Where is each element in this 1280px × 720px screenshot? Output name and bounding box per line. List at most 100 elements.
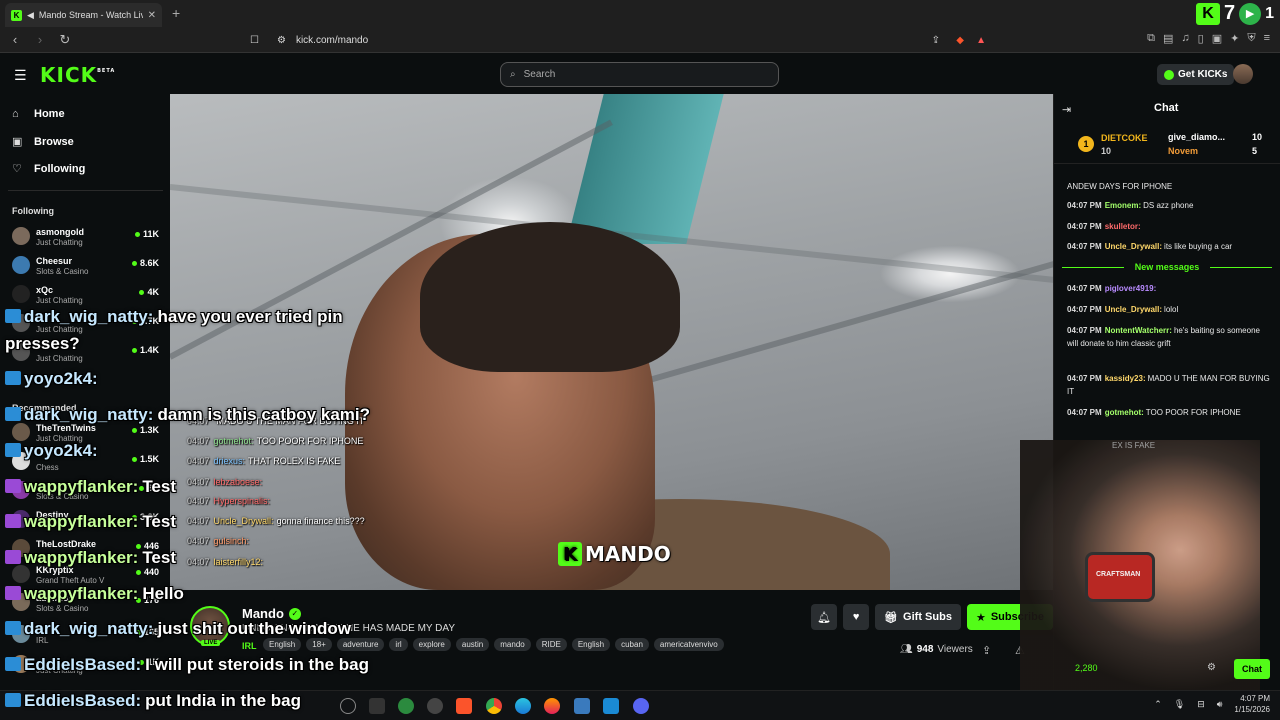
vscode-icon[interactable] bbox=[603, 698, 619, 714]
viewer-count: 11K bbox=[134, 229, 159, 239]
terminal-icon[interactable] bbox=[369, 698, 385, 714]
tab-search-icon[interactable]: ▤ bbox=[1163, 32, 1173, 45]
leader-count: 10 bbox=[1252, 132, 1263, 142]
chrome-alt-icon[interactable] bbox=[398, 698, 414, 714]
tag[interactable]: irl bbox=[389, 638, 408, 651]
edge-icon[interactable] bbox=[515, 698, 531, 714]
channel-name: xQc bbox=[36, 285, 54, 295]
chrome-icon[interactable] bbox=[486, 698, 502, 714]
logo-beta: BETA bbox=[97, 68, 116, 74]
channel-name: asmongold bbox=[36, 227, 85, 237]
viewer-count: 440 bbox=[135, 567, 159, 577]
gift-subs-button[interactable]: 🎁︎ Gift Subs bbox=[875, 604, 961, 630]
get-kicks-button[interactable]: Get KICKs bbox=[1157, 64, 1235, 85]
tag-list: English 18+ adventure irl explore austin… bbox=[263, 638, 724, 651]
channel-item[interactable]: xQc Just Chatting 4K bbox=[12, 282, 162, 308]
chat-input[interactable]: 2,280 ⚙ Chat bbox=[1057, 659, 1276, 681]
video-chat-line: 04:07 driexus: THAT ROLEX IS FAKE bbox=[187, 456, 341, 466]
tag[interactable]: 18+ bbox=[306, 638, 332, 651]
user-avatar[interactable] bbox=[1233, 64, 1253, 84]
volume-icon[interactable]: 🔊︎ bbox=[1217, 699, 1223, 710]
brave-rewards-icon[interactable]: ▲ bbox=[976, 35, 986, 46]
toolbox: CRAFTSMAN bbox=[1085, 552, 1155, 602]
channel-name: Cheesur bbox=[36, 256, 73, 266]
video-chat-line: 04:07 Uncle_Drywall: gonna finance this??? bbox=[187, 516, 365, 526]
site-info-icon[interactable]: ⚙ bbox=[277, 35, 286, 46]
leader-name[interactable]: DIETCOKE bbox=[1101, 133, 1148, 143]
tag[interactable]: austin bbox=[455, 638, 490, 651]
forward-icon[interactable]: › bbox=[30, 32, 50, 47]
menu-icon[interactable]: ≡ bbox=[1264, 32, 1270, 45]
reload-icon[interactable]: ↻ bbox=[55, 32, 75, 48]
tts-overlay-line: wappyflanker: Hello bbox=[5, 584, 184, 604]
bookmark-icon[interactable]: ☐ bbox=[250, 35, 259, 46]
tag[interactable]: mando bbox=[494, 638, 531, 651]
media-player-icon[interactable] bbox=[340, 698, 356, 714]
video-player[interactable]: 04:07 MADO U THE MAN FOR BUYING IT 04:07 g… bbox=[170, 94, 1053, 590]
video-chat-line: 04:07 gulsinch: bbox=[187, 536, 250, 546]
sidebar-toggle-icon[interactable]: ▯ bbox=[1198, 32, 1204, 45]
tag[interactable]: explore bbox=[412, 638, 451, 651]
mic-icon[interactable]: 🎙︎ bbox=[1174, 699, 1185, 710]
tts-overlay-line: yoyo2k4: bbox=[5, 369, 102, 389]
browser-navbar: ‹ › ↻ ☐ ⚙ kick.com/mando ⇪ ◆ ▲ ⧉ ▤ ♫ ▯ ▣… bbox=[0, 27, 1280, 53]
back-icon[interactable]: ‹ bbox=[5, 32, 25, 47]
share-icon[interactable]: ⇪ bbox=[982, 644, 991, 657]
divider bbox=[8, 190, 163, 191]
tag[interactable]: adventure bbox=[336, 638, 385, 651]
app-store-icon[interactable] bbox=[574, 698, 590, 714]
media-icon[interactable]: ♫ bbox=[1181, 32, 1189, 45]
tag[interactable]: English bbox=[263, 638, 302, 651]
share-page-icon[interactable]: ⇪ bbox=[932, 35, 940, 46]
extensions-icon[interactable]: ⧉ bbox=[1147, 32, 1155, 45]
audio-icon: ◀ bbox=[27, 9, 34, 20]
discord-icon[interactable] bbox=[633, 698, 649, 714]
tray-chevron-icon[interactable]: ⌃ bbox=[1154, 699, 1162, 710]
browser-tab[interactable]: K ◀ Mando Stream - Watch Live o ✕ bbox=[5, 3, 162, 27]
clock[interactable]: 4:07 PM 1/15/2026 bbox=[1234, 693, 1270, 715]
notification-bell-icon[interactable]: 🔔︎ bbox=[811, 604, 838, 630]
tag[interactable]: cuban bbox=[615, 638, 649, 651]
leader-count: 10 bbox=[1101, 146, 1112, 156]
tag[interactable]: English bbox=[571, 638, 611, 651]
search-input[interactable]: ⌕ Search bbox=[500, 62, 779, 87]
sidebar-item-home[interactable]: ⌂ Home bbox=[12, 108, 65, 120]
leader-name[interactable]: Novem bbox=[1168, 146, 1198, 156]
leader-name[interactable]: give_diamo... bbox=[1168, 132, 1225, 142]
url-text[interactable]: kick.com/mando bbox=[296, 35, 368, 46]
collapse-chat-icon[interactable]: ⇥ bbox=[1062, 103, 1071, 116]
firefox-icon[interactable] bbox=[544, 698, 560, 714]
vpn-icon[interactable]: ⛨ bbox=[1247, 32, 1255, 45]
wallet-icon[interactable]: ▣ bbox=[1212, 32, 1222, 45]
channel-item[interactable]: asmongold Just Chatting 11K bbox=[12, 224, 162, 250]
tts-overlay-line: EddieIsBased: put India in the bag bbox=[5, 691, 301, 711]
brave-icon[interactable] bbox=[456, 698, 472, 714]
tag[interactable]: RIDE bbox=[535, 638, 567, 651]
sidebar-item-following[interactable]: ♡ Following bbox=[12, 162, 85, 176]
brave-shield-icon[interactable]: ◆ bbox=[956, 35, 964, 46]
video-chat-line: 04:07 Hyperspinalis: bbox=[187, 496, 271, 506]
new-tab-button[interactable]: + bbox=[172, 5, 180, 21]
search-icon: ⌕ bbox=[510, 69, 516, 80]
channel-item[interactable]: Cheesur Slots & Casino 8.6K bbox=[12, 253, 162, 279]
address-bar[interactable]: ☐ ⚙ kick.com/mando ⇪ ◆ ▲ bbox=[248, 30, 994, 50]
star-icon: ★ bbox=[975, 611, 986, 624]
sidebar-item-browse[interactable]: ▣ Browse bbox=[12, 135, 74, 149]
new-messages-divider[interactable]: New messages bbox=[1062, 262, 1272, 272]
tab-close-icon[interactable]: ✕ bbox=[148, 10, 156, 21]
tag[interactable]: americatvenvivo bbox=[653, 638, 724, 651]
tts-overlay-line: yoyo2k4: bbox=[5, 441, 102, 461]
chat-settings-icon[interactable]: ⚙ bbox=[1207, 662, 1216, 673]
app-icon[interactable] bbox=[427, 698, 443, 714]
viewer-count: 1.5K bbox=[131, 454, 159, 464]
hamburger-icon[interactable]: ☰ bbox=[14, 67, 27, 84]
channel-category: Slots & Casino bbox=[36, 604, 89, 613]
send-chat-button[interactable]: Chat bbox=[1234, 659, 1270, 679]
network-icon[interactable]: ⊟ bbox=[1197, 699, 1205, 710]
gift-icon: 🎁︎ bbox=[884, 611, 899, 624]
follow-heart-icon[interactable]: ♥ bbox=[843, 604, 870, 630]
tts-overlay-line: wappyflanker: Test bbox=[5, 477, 176, 497]
kick-logo[interactable]: KICKBETA bbox=[40, 63, 115, 87]
leo-icon[interactable]: ✦ bbox=[1230, 32, 1239, 45]
stream-category[interactable]: IRL bbox=[242, 641, 257, 651]
